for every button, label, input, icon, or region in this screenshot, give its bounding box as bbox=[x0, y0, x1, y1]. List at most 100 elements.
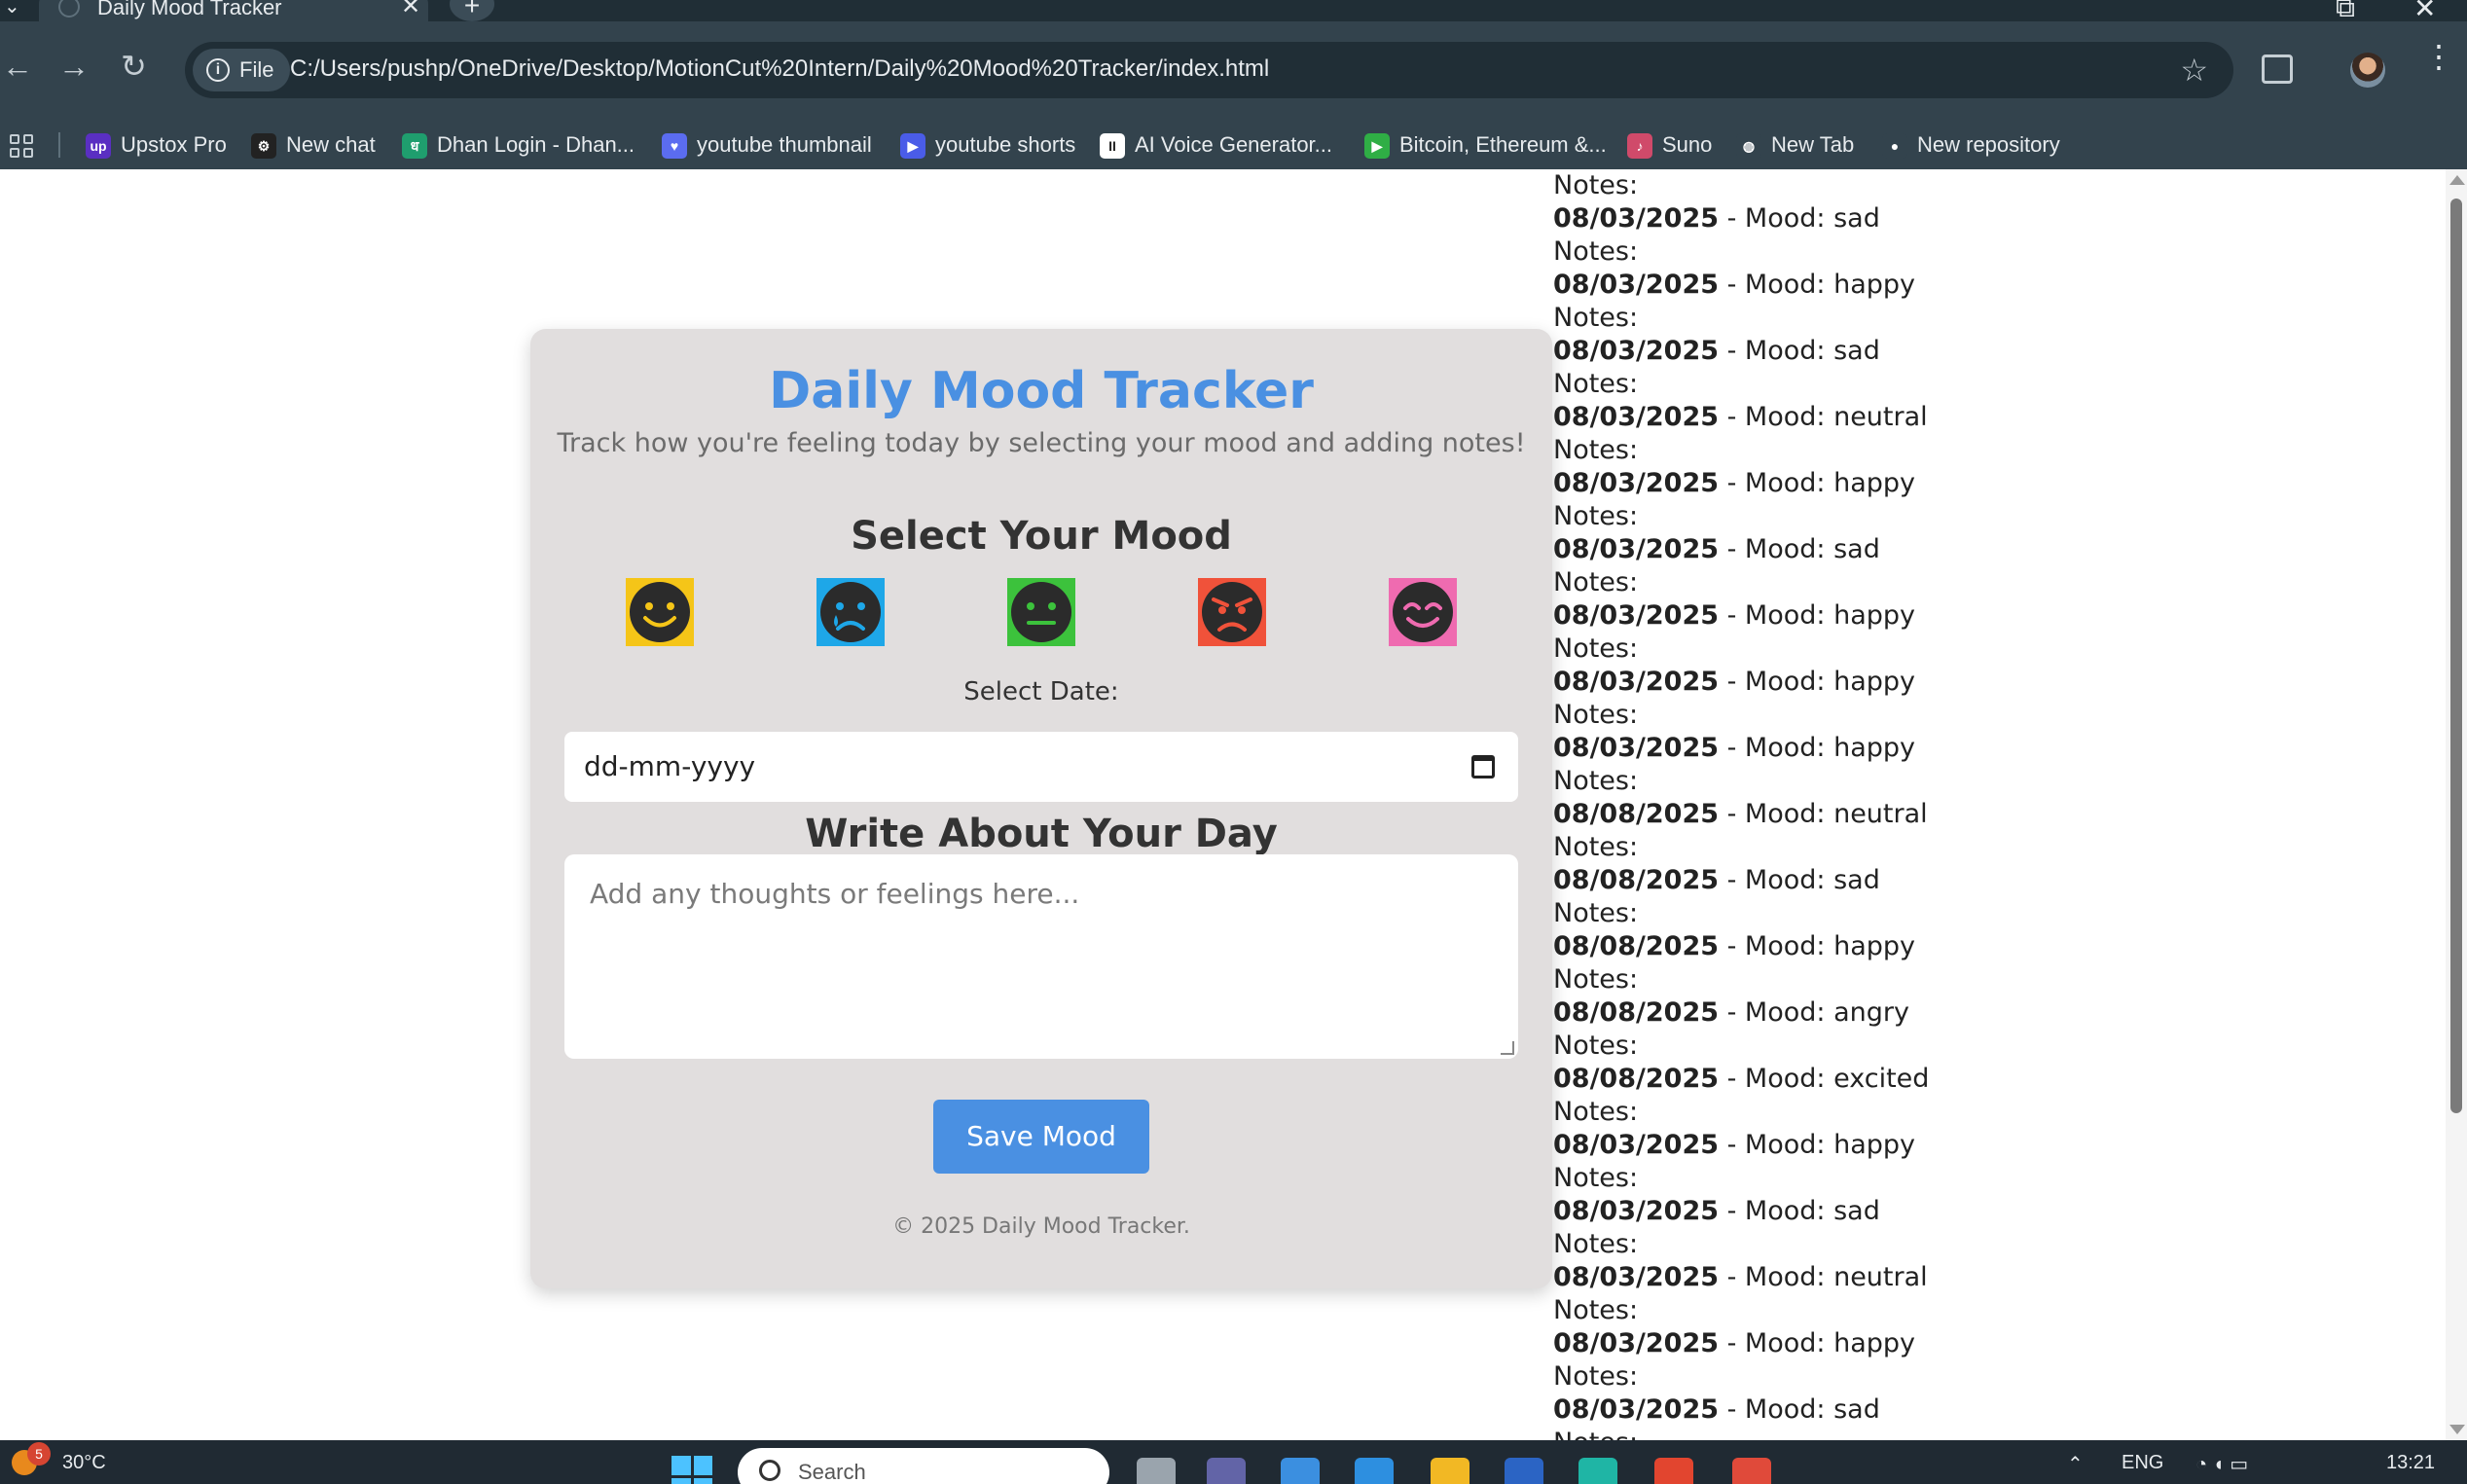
entry-date: 08/08/2025 bbox=[1553, 865, 1720, 895]
clock-time[interactable]: 13:21 bbox=[2386, 1452, 2435, 1474]
scroll-down-icon[interactable] bbox=[2449, 1425, 2465, 1434]
bookmark-star-icon[interactable]: ☆ bbox=[2180, 52, 2208, 89]
page-viewport: Daily Mood Tracker Track how you're feel… bbox=[0, 169, 2467, 1440]
reload-icon[interactable]: ↻ bbox=[121, 51, 147, 82]
tab-search-icon[interactable]: ⌄ bbox=[4, 0, 20, 18]
tab-strip: ⌄ Daily Mood Tracker ✕ + ⧉ ✕ bbox=[0, 0, 2467, 23]
resize-handle-icon[interactable] bbox=[1501, 1041, 1514, 1055]
language-indicator[interactable]: ENG bbox=[2122, 1452, 2163, 1474]
bookmark-favicon-icon: ध bbox=[402, 133, 427, 159]
copilot-icon[interactable] bbox=[1281, 1458, 1320, 1484]
page-title: Daily Mood Tracker bbox=[769, 362, 1314, 420]
bookmark-item[interactable]: up Upstox Pro bbox=[86, 121, 227, 169]
mood-angry-button[interactable] bbox=[1198, 578, 1266, 646]
search-icon bbox=[759, 1460, 780, 1481]
entry-item: 08/03/2025 - Mood: happy bbox=[1553, 732, 2429, 765]
windows-start-icon[interactable] bbox=[671, 1456, 712, 1484]
taskbar-search-placeholder: Search bbox=[798, 1460, 866, 1484]
entry-mood: angry bbox=[1833, 997, 1909, 1028]
neutral-face-icon bbox=[1007, 578, 1075, 646]
edge-icon[interactable] bbox=[1578, 1458, 1617, 1484]
new-tab-button[interactable]: + bbox=[450, 0, 494, 21]
forward-icon[interactable]: → bbox=[58, 51, 90, 82]
temperature-text[interactable]: 30°C bbox=[62, 1452, 106, 1474]
bookmark-item[interactable]: ♪ Suno bbox=[1627, 121, 1712, 169]
entry-mood-prefix: - Mood: bbox=[1719, 799, 1834, 829]
bookmark-favicon-icon: ▶ bbox=[900, 133, 925, 159]
apps-grid-icon[interactable] bbox=[10, 134, 33, 158]
notes-textarea[interactable]: Add any thoughts or feelings here... bbox=[564, 854, 1518, 1059]
entry-mood-prefix: - Mood: bbox=[1719, 1262, 1834, 1292]
tab-favicon-icon bbox=[58, 0, 80, 18]
site-info-chip[interactable]: i File bbox=[193, 49, 290, 91]
bookmark-label: youtube thumbnail bbox=[697, 132, 872, 157]
calendar-icon[interactable] bbox=[1471, 755, 1495, 778]
word-icon[interactable] bbox=[1505, 1458, 1543, 1484]
wifi-sound-battery-icon[interactable]: ◔ ◖ ▭ bbox=[2195, 1452, 2248, 1476]
tab-active[interactable]: Daily Mood Tracker ✕ bbox=[39, 0, 428, 21]
entry-mood-prefix: - Mood: bbox=[1719, 1064, 1834, 1094]
profile-avatar[interactable] bbox=[2350, 53, 2385, 88]
notes-placeholder: Add any thoughts or feelings here... bbox=[590, 878, 1080, 910]
bookmark-item[interactable]: ♥ youtube thumbnail bbox=[662, 121, 872, 169]
smiling-eyes-face-icon bbox=[1389, 578, 1457, 646]
mood-excited-button[interactable] bbox=[1389, 578, 1457, 646]
scroll-thumb[interactable] bbox=[2450, 199, 2462, 1113]
bookmark-item[interactable]: ● New repository bbox=[1882, 121, 2060, 169]
chrome-icon[interactable] bbox=[1732, 1458, 1771, 1484]
taskbar-search[interactable]: Search bbox=[738, 1448, 1109, 1484]
address-bar[interactable]: i File C:/Users/pushp/OneDrive/Desktop/M… bbox=[185, 42, 2233, 98]
entry-item: 08/03/2025 - Mood: happy bbox=[1553, 1129, 2429, 1162]
entry-item: 08/08/2025 - Mood: neutral bbox=[1553, 798, 2429, 831]
browser-toolbar: ← → ↻ i File C:/Users/pushp/OneDrive/Des… bbox=[0, 21, 2467, 125]
entry-notes-label: Notes: bbox=[1553, 435, 1639, 465]
url-text[interactable]: C:/Users/pushp/OneDrive/Desktop/MotionCu… bbox=[290, 55, 1269, 83]
select-mood-heading: Select Your Mood bbox=[851, 514, 1232, 559]
bookmarks-bar: up Upstox Pro ⚙ New chat ध Dhan Login - Dhan.… bbox=[0, 121, 2467, 169]
mood-sad-button[interactable] bbox=[816, 578, 885, 646]
entry-item: 08/03/2025 - Mood: happy bbox=[1553, 1327, 2429, 1360]
entry-item: 08/03/2025 - Mood: happy bbox=[1553, 467, 2429, 500]
entry-item: 08/08/2025 - Mood: sad bbox=[1553, 864, 2429, 897]
task-view-icon[interactable] bbox=[1137, 1458, 1176, 1484]
teams-icon[interactable] bbox=[1207, 1458, 1246, 1484]
bookmark-item[interactable]: ▶ Bitcoin, Ethereum &... bbox=[1364, 121, 1607, 169]
entry-notes-label: Notes: bbox=[1553, 501, 1639, 531]
entry-notes-label: Notes: bbox=[1553, 567, 1639, 597]
entry-date: 08/03/2025 bbox=[1553, 534, 1720, 564]
bookmark-favicon-icon: ⚙ bbox=[251, 133, 276, 159]
vscode-icon[interactable] bbox=[1355, 1458, 1394, 1484]
entry-mood-prefix: - Mood: bbox=[1719, 733, 1834, 763]
save-mood-button[interactable]: Save Mood bbox=[933, 1100, 1149, 1174]
entry-mood: happy bbox=[1833, 733, 1915, 763]
write-about-day-heading: Write About Your Day bbox=[805, 812, 1278, 856]
entry-date: 08/03/2025 bbox=[1553, 733, 1720, 763]
page-scrollbar[interactable] bbox=[2446, 169, 2467, 1440]
store-icon[interactable] bbox=[1654, 1458, 1693, 1484]
entry-notes-label: Notes: bbox=[1553, 1031, 1639, 1061]
bookmark-item[interactable]: ⚙ New chat bbox=[251, 121, 376, 169]
crying-face-icon bbox=[816, 578, 885, 646]
back-icon[interactable]: ← bbox=[2, 51, 33, 82]
entry-date: 08/03/2025 bbox=[1553, 203, 1720, 234]
scroll-up-icon[interactable] bbox=[2449, 175, 2465, 185]
mood-happy-button[interactable] bbox=[626, 578, 694, 646]
tab-close-icon[interactable]: ✕ bbox=[401, 0, 420, 20]
entry-date: 08/08/2025 bbox=[1553, 799, 1720, 829]
bookmark-item[interactable]: ▶ youtube shorts bbox=[900, 121, 1075, 169]
extensions-icon[interactable] bbox=[2262, 54, 2293, 84]
bookmark-item[interactable]: ◍ New Tab bbox=[1736, 121, 1854, 169]
show-hidden-icons-icon[interactable]: ⌃ bbox=[2067, 1452, 2084, 1476]
browser-menu-icon[interactable]: ⋮ bbox=[2423, 41, 2454, 72]
entry-mood: excited bbox=[1833, 1064, 1930, 1094]
bookmark-label: New chat bbox=[286, 132, 376, 157]
entry-item: 08/03/2025 - Mood: sad bbox=[1553, 533, 2429, 566]
file-explorer-icon[interactable] bbox=[1431, 1458, 1469, 1484]
entry-item: 08/03/2025 - Mood: sad bbox=[1553, 1394, 2429, 1427]
weather-badge: 5 bbox=[27, 1442, 51, 1466]
bookmark-item[interactable]: ध Dhan Login - Dhan... bbox=[402, 121, 635, 169]
entry-mood-prefix: - Mood: bbox=[1719, 865, 1834, 895]
date-input[interactable]: dd-mm-yyyy bbox=[564, 732, 1518, 802]
mood-neutral-button[interactable] bbox=[1007, 578, 1075, 646]
bookmark-item[interactable]: II AI Voice Generator... bbox=[1100, 121, 1332, 169]
